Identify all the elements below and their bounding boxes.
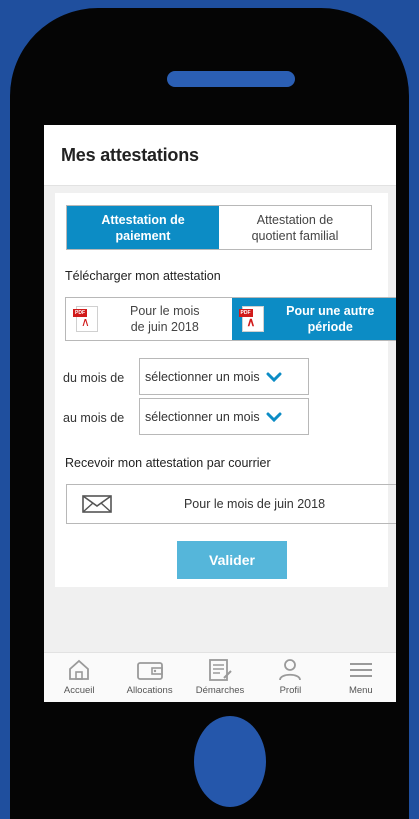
nav-item-profil[interactable]: Profil [255,653,325,702]
pdf-icon: PDF ∧ [238,306,264,332]
tab-label-line1: Attestation de [256,212,334,227]
nav-item-menu[interactable]: Menu [326,653,396,702]
nav-item-allocations[interactable]: Allocations [114,653,184,702]
mail-option-june-2018[interactable]: Pour le mois de juin 2018 [66,484,396,524]
tab-label-line2: quotient familial [251,228,339,243]
download-option-june-2018[interactable]: PDF ∧ Pour le mois de juin 2018 [66,298,232,340]
nav-label: Accueil [63,685,95,696]
chevron-down-icon [266,412,282,422]
phone-speaker [167,71,295,87]
phone-frame: Mes attestations Attestation de paiement … [10,8,409,819]
user-icon [279,659,302,681]
to-month-value: sélectionner un mois [145,409,260,424]
option-label-line2: période [307,320,353,334]
from-month-value: sélectionner un mois [145,369,260,384]
nav-item-accueil[interactable]: Accueil [44,653,114,702]
home-button[interactable] [194,716,266,807]
home-icon [69,659,90,680]
bottom-nav: Accueil Allocations Démarches Profil Men… [44,652,396,702]
tab-label-line1: Attestation de [101,212,185,227]
nav-label: Allocations [126,685,173,696]
download-options: PDF ∧ Pour le mois de juin 2018 PDF ∧ Pou… [65,297,396,341]
nav-label: Profil [279,685,302,696]
wallet-icon [136,662,163,680]
mail-section-label: Recevoir mon attestation par courrier [65,456,271,470]
from-month-select[interactable]: sélectionner un mois [139,358,309,395]
to-month-select[interactable]: sélectionner un mois [139,398,309,435]
nav-item-demarches[interactable]: Démarches [185,653,255,702]
app-screen: Mes attestations Attestation de paiement … [44,125,396,702]
tab-label-line2: paiement [115,228,171,243]
envelope-icon [82,495,112,513]
tab-attestation-paiement[interactable]: Attestation de paiement [67,206,219,249]
menu-icon [349,663,372,677]
to-month-label: au mois de [63,411,125,425]
nav-label: Démarches [195,685,245,696]
chevron-down-icon [266,372,282,382]
download-option-other-period[interactable]: PDF ∧ Pour une autre période [231,298,396,340]
page-title: Mes attestations [61,145,199,165]
submit-button[interactable]: Valider [177,541,287,579]
download-section-label: Télécharger mon attestation [65,269,221,283]
tab-attestation-quotient-familial[interactable]: Attestation de quotient familial [219,206,371,249]
nav-label: Menu [348,685,373,696]
mail-option-label: Pour le mois de juin 2018 [183,497,326,511]
app-header: Mes attestations [44,125,396,186]
option-label-line1: Pour une autre [286,304,375,318]
from-month-label: du mois de [63,371,125,385]
pdf-icon: PDF ∧ [73,306,98,332]
option-label-line2: de juin 2018 [130,320,199,334]
document-icon [209,659,232,681]
option-label-line1: Pour le mois [130,304,200,318]
tab-bar: Attestation de paiement Attestation de quo… [66,205,372,250]
attestation-card: Attestation de paiement Attestation de quo… [55,193,396,587]
